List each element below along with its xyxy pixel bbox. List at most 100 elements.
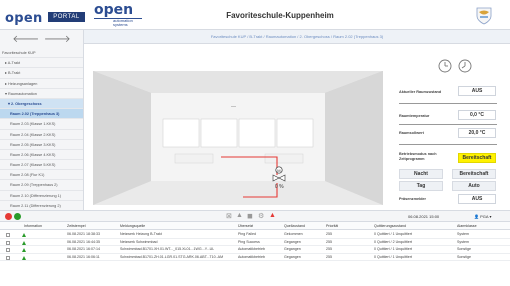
radiator-right	[264, 153, 304, 164]
table-row[interactable]: 06.08.2021 16:44:35 Netzwerk Schwimmbad Pi…	[0, 239, 510, 247]
table-cell: 255	[326, 239, 332, 244]
table-cell: Ping Success	[238, 239, 260, 244]
logo2-underline	[94, 18, 142, 19]
window-4	[276, 118, 314, 148]
table-cell: Automatikbetrieb	[238, 254, 265, 259]
table-cell: 0 Quittiert / 1 Unquittiert	[374, 254, 412, 259]
forward-arrow-icon[interactable]: 🡒	[44, 33, 71, 45]
sidebar-item[interactable]: Raum 2.10 (Differenzierung 1)	[0, 191, 83, 201]
sidebar-item[interactable]: Raum 2.07 (Klasse 5.KKS)	[0, 160, 83, 171]
window-1	[162, 118, 200, 148]
kuppenheim-crest-icon	[476, 7, 492, 25]
betriebsmodus-label-2: Zeitprogramm	[399, 157, 425, 161]
sidebar-item[interactable]: Raum 2.06 (Klasse 4.KKS)	[0, 150, 83, 161]
aktueller-label: Aktueller Raumzustand	[399, 90, 442, 94]
logo2-text: open	[94, 2, 134, 18]
nav-arrows: 🡐 🡒	[0, 30, 83, 48]
table-cell: Netzwerk Schwimmbad	[120, 239, 158, 244]
sidebar-item[interactable]: Raum 2.04 (Klasse 2.KKS)	[0, 130, 83, 140]
back-arrow-icon[interactable]: 🡐	[12, 33, 39, 45]
sidebar-item[interactable]: Raum 2.08 (Flur K1)	[0, 170, 83, 181]
sidebar-item[interactable]: ▸ Heizungsanlagen	[0, 79, 83, 89]
table-cell: 0 Quittiert / 1 Unquittiert	[374, 232, 412, 236]
row-raumtemperatur: Raumtemperatur 0,0 °C	[399, 110, 498, 122]
alarm-table-header: Information Zeitstempel Meldungsquelle Ü…	[0, 222, 510, 230]
portal-badge[interactable]: PORTAL	[48, 12, 85, 22]
row-checkbox[interactable]	[6, 255, 10, 260]
row-checkbox[interactable]	[6, 248, 10, 253]
sidebar-tree: Favoriteschule KUP ▸ A-Trakt ▸ B-Trakt ▸ He…	[0, 48, 83, 210]
praesenzmelder-value[interactable]: AUS	[458, 194, 496, 204]
col-quellzustand[interactable]: Quellzustand	[284, 222, 305, 230]
room-control-panel: Aktueller Raumzustand AUS Raumtemperatur…	[396, 50, 500, 210]
betriebsmodus-value[interactable]: Bereitschaft	[458, 153, 496, 163]
col-zeitstempel[interactable]: Zeitstempel	[67, 222, 86, 230]
table-cell: 0 Quittiert / 1 Unquittiert	[374, 247, 412, 252]
col-quittierungszustand[interactable]: Quittierungszustand	[374, 222, 406, 230]
select-icon[interactable]: ▲	[236, 212, 243, 219]
table-cell: 06.08.2021 16:07:14	[67, 247, 100, 252]
user-menu[interactable]: 👤 PGA ▾	[474, 214, 491, 219]
sidebar-item[interactable]: Raum 2.09 (Treppenhaus 2)	[0, 180, 83, 191]
col-prioritaet[interactable]: Priorität	[326, 222, 338, 230]
top-bar: open PORTAL open automation systems Favo…	[0, 0, 510, 30]
alarm-status-icon	[22, 248, 26, 253]
sidebar-item[interactable]: ▾ Raumautomation	[0, 89, 83, 99]
table-cell: 06.08.2021 18:38:33	[67, 232, 100, 236]
table-row[interactable]: 06.08.2021 18:38:33 Netzwerk Heizung B-Tr…	[0, 231, 510, 239]
sidebar-item[interactable]: Raum 2.11 (Differenzierung 2)	[0, 201, 83, 210]
table-cell: System	[457, 232, 469, 236]
mute-icon[interactable]: ◼	[247, 212, 253, 220]
sidebar: 🡐 🡒 Favoriteschule KUP ▸ A-Trakt ▸ B-Trakt…	[0, 30, 84, 210]
mode-tag-button[interactable]: Tag	[399, 181, 443, 191]
col-alarmklasse[interactable]: Alarmklasse	[457, 222, 477, 230]
sidebar-item[interactable]: ▸ B-Trakt	[0, 68, 83, 79]
table-cell: 255	[326, 247, 332, 252]
valve-percent: 0 %	[275, 184, 284, 190]
table-cell: Ping Failed	[238, 232, 256, 236]
table-row[interactable]: 06.08.2021 16:06:11 Schwimmbad.B1701.ZH.0…	[0, 254, 510, 262]
breadcrumb[interactable]: Favoriteschule KUP / B-Trakt / Raumautom…	[84, 30, 510, 44]
alarm-bell-icon[interactable]: ▲	[269, 212, 276, 219]
svg-text:M: M	[277, 168, 280, 173]
filter-icon[interactable]: ⊠	[226, 212, 232, 220]
mode-bereitschaft-button[interactable]: Bereitschaft	[452, 169, 496, 179]
row-raumsollwert: Raumsollwert 20,0 °C	[399, 128, 498, 140]
open-portal-logo[interactable]: open	[5, 11, 43, 26]
row-checkbox[interactable]	[6, 240, 10, 245]
schedule-clock-icon[interactable]	[458, 59, 472, 73]
sidebar-item[interactable]: Raum 2.02 (Treppenhaus 3)	[0, 109, 83, 120]
table-cell: Gekommen	[284, 232, 303, 236]
table-cell: Schwimmbad.B1701.ZH.01.LGR.01.STG.ARK.06…	[120, 254, 224, 259]
radiator-left	[174, 153, 214, 164]
col-meldungsquelle[interactable]: Meldungsquelle	[120, 222, 145, 230]
mode-auto-button[interactable]: Auto	[452, 181, 496, 191]
raumtemperatur-value[interactable]: 0,0 °C	[458, 110, 496, 120]
table-cell: System	[457, 239, 469, 244]
col-uebersetzt[interactable]: Übersetzt	[238, 222, 253, 230]
row-aktueller-raumzustand: Aktueller Raumzustand AUS	[399, 86, 498, 98]
table-row[interactable]: 06.08.2021 16:07:14 Schwimmbad.B1701.XH.0…	[0, 246, 510, 254]
clock-icon[interactable]	[438, 59, 452, 73]
mode-nacht-button[interactable]: Nacht	[399, 169, 443, 179]
status-dot-red	[5, 213, 12, 220]
settings-icon[interactable]: ⚙	[258, 212, 264, 220]
sidebar-item[interactable]: Raum 2.03 (Klasse 1.KKS)	[0, 119, 83, 130]
current-datetime: 06.08.2021 15:00	[408, 214, 440, 219]
alarm-status-icon	[22, 233, 26, 237]
sidebar-item[interactable]: ▾ 2. Obergeschoss	[0, 98, 83, 110]
sidebar-item[interactable]: ▸ A-Trakt	[0, 58, 83, 69]
table-cell: Sonstige	[457, 254, 471, 259]
alarm-status-icon	[22, 240, 26, 245]
window-3	[238, 118, 276, 148]
sidebar-item[interactable]: Favoriteschule KUP	[0, 48, 83, 59]
status-dot-green	[14, 213, 21, 220]
raumsollwert-value[interactable]: 20,0 °C	[458, 128, 496, 138]
col-information[interactable]: Information	[24, 222, 42, 230]
sidebar-item[interactable]: Raum 2.05 (Klasse 3.KKS)	[0, 140, 83, 150]
divider-1	[399, 103, 497, 104]
aktueller-value[interactable]: AUS	[458, 86, 496, 96]
table-cell: 06.08.2021 16:44:35	[67, 239, 100, 244]
row-checkbox[interactable]	[6, 233, 10, 237]
table-cell: Netzwerk Heizung B-Trakt	[120, 232, 162, 236]
